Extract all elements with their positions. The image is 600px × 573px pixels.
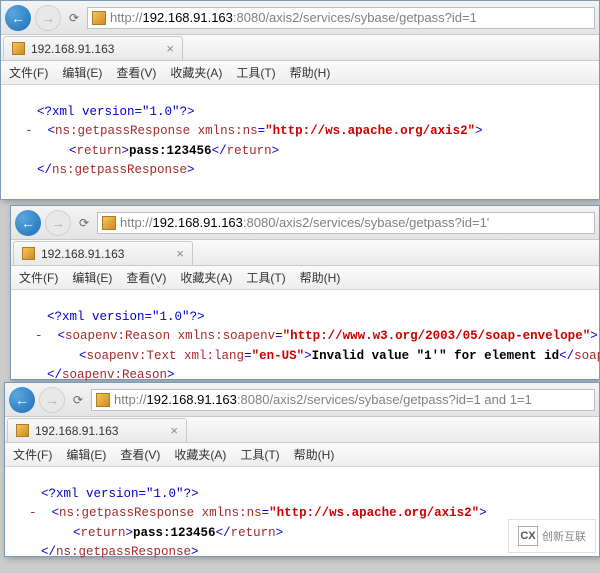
menu-bar: 文件(F) 编辑(E) 查看(V) 收藏夹(A) 工具(T) 帮助(H)	[11, 266, 599, 290]
menu-bar: 文件(F) 编辑(E) 查看(V) 收藏夹(A) 工具(T) 帮助(H)	[1, 61, 599, 85]
menu-edit[interactable]: 编辑(E)	[62, 64, 102, 81]
tab-strip: 192.168.91.163 ×	[1, 35, 599, 61]
close-tab-button[interactable]: ×	[176, 246, 184, 261]
tab-label: 192.168.91.163	[35, 424, 118, 438]
menu-view[interactable]: 查看(V)	[120, 446, 160, 463]
forward-button[interactable]: →	[35, 5, 61, 31]
favicon-icon	[92, 11, 106, 25]
xml-content: <?xml version="1.0"?> - <soapenv:Reason …	[11, 290, 599, 396]
watermark-text: 创新互联	[542, 528, 586, 544]
url-prefix: http://	[120, 215, 153, 230]
address-bar[interactable]: http://192.168.91.163:8080/axis2/service…	[87, 7, 595, 29]
address-bar[interactable]: http://192.168.91.163:8080/axis2/service…	[91, 389, 595, 411]
url-rest: :8080/axis2/services/sybase/getpass?id=1…	[243, 215, 489, 230]
menu-view[interactable]: 查看(V)	[116, 64, 156, 81]
tab-strip: 192.168.91.163 ×	[5, 417, 599, 443]
menu-file[interactable]: 文件(F)	[9, 64, 48, 81]
menu-file[interactable]: 文件(F)	[13, 446, 52, 463]
favicon-icon	[102, 216, 116, 230]
menu-fav[interactable]: 收藏夹(A)	[180, 269, 232, 286]
xml-content: <?xml version="1.0"?> - <ns:getpassRespo…	[1, 85, 599, 191]
watermark: CX 创新互联	[508, 519, 596, 553]
tab-label: 192.168.91.163	[41, 247, 124, 261]
reload-button[interactable]: ⟳	[65, 11, 83, 25]
watermark-logo-icon: CX	[518, 526, 538, 546]
tab-strip: 192.168.91.163 ×	[11, 240, 599, 266]
menu-bar: 文件(F) 编辑(E) 查看(V) 收藏夹(A) 工具(T) 帮助(H)	[5, 443, 599, 467]
favicon-icon	[96, 393, 110, 407]
arrow-left-icon: ←	[15, 392, 29, 408]
tab[interactable]: 192.168.91.163 ×	[13, 241, 193, 265]
back-button[interactable]: ←	[5, 5, 31, 31]
url-ip: 192.168.91.163	[143, 10, 233, 25]
close-tab-button[interactable]: ×	[166, 41, 174, 56]
menu-fav[interactable]: 收藏夹(A)	[170, 64, 222, 81]
reload-button[interactable]: ⟳	[69, 393, 87, 407]
arrow-right-icon: →	[41, 10, 55, 26]
reload-button[interactable]: ⟳	[75, 216, 93, 230]
menu-view[interactable]: 查看(V)	[126, 269, 166, 286]
url-prefix: http://	[110, 10, 143, 25]
url-ip: 192.168.91.163	[153, 215, 243, 230]
toolbar: ← → ⟳ http://192.168.91.163:8080/axis2/s…	[1, 1, 599, 35]
address-bar[interactable]: http://192.168.91.163:8080/axis2/service…	[97, 212, 595, 234]
menu-help[interactable]: 帮助(H)	[300, 269, 341, 286]
url-rest: :8080/axis2/services/sybase/getpass?id=1	[233, 10, 477, 25]
back-button[interactable]: ←	[15, 210, 41, 236]
url-ip: 192.168.91.163	[147, 392, 237, 407]
menu-file[interactable]: 文件(F)	[19, 269, 58, 286]
favicon-icon	[16, 424, 29, 437]
arrow-right-icon: →	[51, 215, 65, 231]
tab-label: 192.168.91.163	[31, 42, 114, 56]
tab[interactable]: 192.168.91.163 ×	[7, 418, 187, 442]
menu-tools[interactable]: 工具(T)	[246, 269, 285, 286]
tab[interactable]: 192.168.91.163 ×	[3, 36, 183, 60]
menu-fav[interactable]: 收藏夹(A)	[174, 446, 226, 463]
close-tab-button[interactable]: ×	[170, 423, 178, 438]
browser-window-a: ← → ⟳ http://192.168.91.163:8080/axis2/s…	[0, 0, 600, 200]
toolbar: ← → ⟳ http://192.168.91.163:8080/axis2/s…	[5, 383, 599, 417]
menu-edit[interactable]: 编辑(E)	[72, 269, 112, 286]
arrow-left-icon: ←	[11, 10, 25, 26]
menu-help[interactable]: 帮助(H)	[294, 446, 335, 463]
url-prefix: http://	[114, 392, 147, 407]
forward-button[interactable]: →	[39, 387, 65, 413]
menu-tools[interactable]: 工具(T)	[236, 64, 275, 81]
menu-help[interactable]: 帮助(H)	[290, 64, 331, 81]
url-rest: :8080/axis2/services/sybase/getpass?id=1…	[237, 392, 532, 407]
back-button[interactable]: ←	[9, 387, 35, 413]
arrow-right-icon: →	[45, 392, 59, 408]
favicon-icon	[22, 247, 35, 260]
toolbar: ← → ⟳ http://192.168.91.163:8080/axis2/s…	[11, 206, 599, 240]
browser-window-b: ← → ⟳ http://192.168.91.163:8080/axis2/s…	[10, 205, 600, 380]
favicon-icon	[12, 42, 25, 55]
menu-tools[interactable]: 工具(T)	[240, 446, 279, 463]
menu-edit[interactable]: 编辑(E)	[66, 446, 106, 463]
arrow-left-icon: ←	[21, 215, 35, 231]
forward-button[interactable]: →	[45, 210, 71, 236]
